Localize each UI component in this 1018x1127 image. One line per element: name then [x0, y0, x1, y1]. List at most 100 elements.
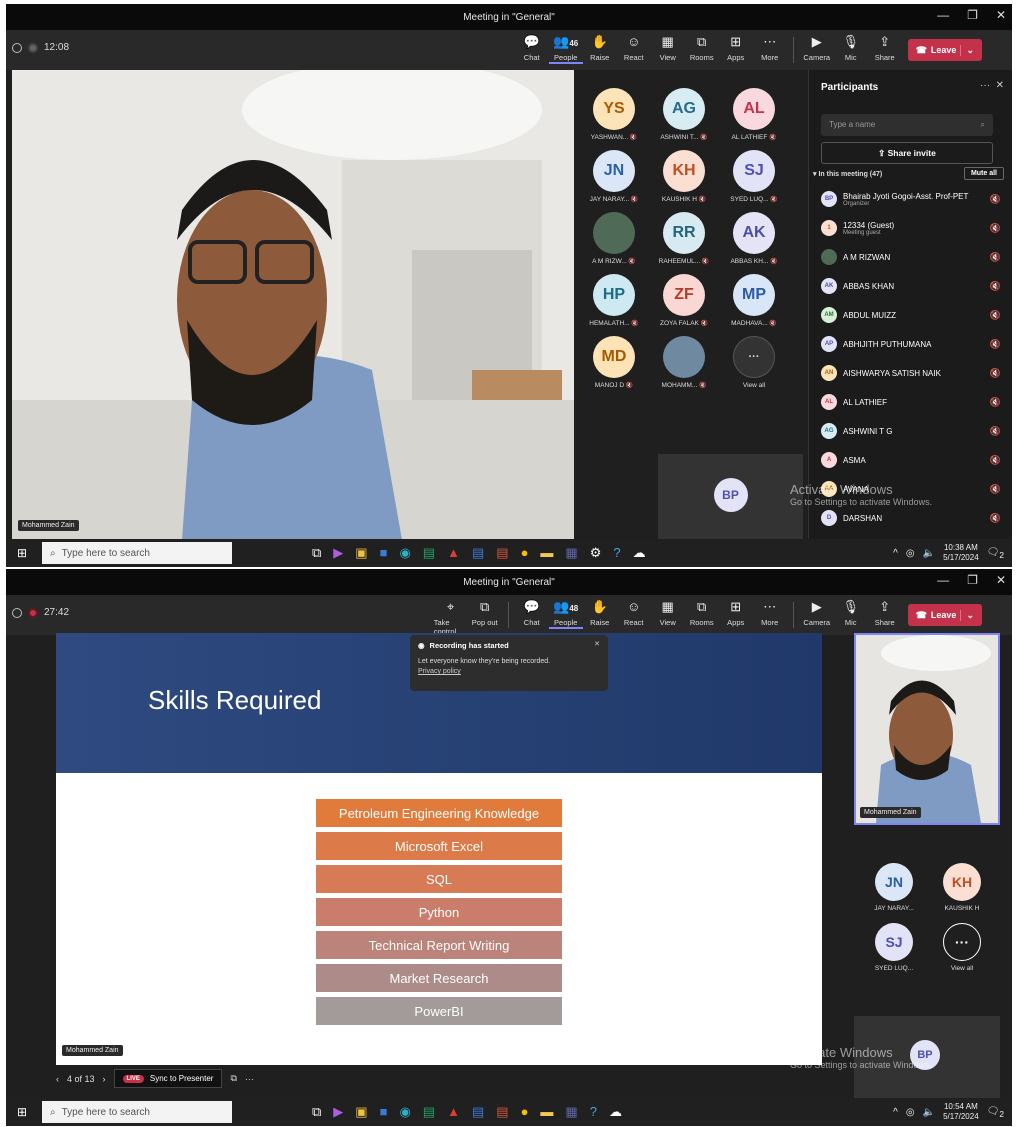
toolbar-camera-button[interactable]: ▶ Camera — [800, 33, 834, 62]
close-icon[interactable]: ✕ — [996, 8, 1006, 22]
notification-icon[interactable]: 🗨2 — [987, 1106, 1004, 1119]
participant-list-item[interactable]: AG ASHWINI T G 🔇 — [821, 420, 1001, 442]
participant-tile[interactable]: AG ASHWINI T... 🔇 — [654, 88, 714, 141]
participant-tile[interactable]: JN JAY NARAY... 🔇 — [584, 150, 644, 203]
word-icon[interactable]: ▤ — [472, 1104, 484, 1120]
toolbar-view-button[interactable]: ▦ View — [651, 598, 685, 627]
chevron-down-icon[interactable]: ⌄ — [960, 44, 974, 56]
privacy-policy-link[interactable]: Privacy policy — [418, 668, 600, 675]
chrome-icon[interactable]: ● — [521, 1104, 529, 1120]
participant-tile[interactable]: SJ SYED LUQ... 🔇 — [724, 150, 784, 203]
mute-all-button[interactable]: Mute all — [963, 167, 1004, 180]
participant-tile[interactable]: JN JAY NARAY... — [864, 863, 924, 912]
toolbar-rooms-button[interactable]: ⧉ Rooms — [685, 598, 719, 627]
help-icon[interactable]: ? — [613, 545, 620, 561]
participant-tile[interactable]: MP MADHAVA... 🔇 — [724, 274, 784, 327]
taskbar-clock[interactable]: 10:54 AM 5/17/2024 — [943, 1102, 979, 1122]
settings-icon[interactable]: ⚙ — [590, 545, 602, 561]
store-icon[interactable]: ▣ — [355, 545, 367, 561]
participant-search-input[interactable]: Type a name ⌕ — [821, 114, 993, 136]
toolbar-more-button[interactable]: ⋯ More — [753, 598, 787, 627]
minimize-icon[interactable]: — — [937, 573, 949, 587]
toolbar-share-button[interactable]: ⇪ Share — [868, 598, 902, 627]
teams-icon[interactable]: ▦ — [565, 545, 577, 561]
toolbar-mic-button[interactable]: 🎙 Mic — [834, 598, 868, 627]
toolbar-more-button[interactable]: ⋯ More — [753, 33, 787, 62]
acrobat-icon[interactable]: ▲ — [447, 1104, 460, 1120]
toolbar-apps-button[interactable]: ⊞ Apps — [719, 33, 753, 62]
toolbar-chat-button[interactable]: 💬 Chat — [515, 598, 549, 627]
excel-icon[interactable]: ▤ — [423, 1104, 435, 1120]
task-view-icon[interactable]: ⧉ — [312, 1104, 321, 1120]
participant-tile[interactable]: A M RIZW... 🔇 — [584, 212, 644, 265]
previous-slide-icon[interactable]: ‹ — [56, 1074, 59, 1084]
explorer-icon[interactable]: ▬ — [540, 545, 553, 561]
help-icon[interactable]: ? — [590, 1104, 597, 1120]
participant-tile[interactable]: RR RAHEEMUL... 🔇 — [654, 212, 714, 265]
toolbar-people-button[interactable]: 👥48 People — [548, 598, 583, 629]
participant-tile[interactable]: AL AL LATHIEF 🔇 — [724, 88, 784, 141]
taskbar-clock[interactable]: 10:38 AM 5/17/2024 — [943, 543, 979, 563]
leave-button[interactable]: ☎ Leave ⌄ — [907, 39, 982, 61]
more-icon[interactable]: ··· — [980, 80, 990, 91]
minimize-icon[interactable]: — — [937, 8, 949, 22]
maximize-icon[interactable]: ❐ — [967, 573, 978, 587]
maximize-icon[interactable]: ❐ — [967, 8, 978, 22]
media-app-icon[interactable]: ▶ — [333, 545, 343, 561]
participant-list-item[interactable]: AL AL LATHIEF 🔇 — [821, 391, 1001, 413]
toolbar-camera-button[interactable]: ▶ Camera — [800, 598, 834, 627]
edge-icon[interactable]: ◉ — [399, 545, 410, 561]
toolbar-raise-button[interactable]: ✋ Raise — [583, 33, 617, 62]
weather-icon[interactable]: ☁ — [633, 545, 646, 561]
toolbar-react-button[interactable]: ☺ React — [617, 598, 651, 627]
word-icon[interactable]: ▤ — [472, 545, 484, 561]
toolbar-share-button[interactable]: ⇪ Share — [868, 33, 902, 62]
close-panel-icon[interactable]: ✕ — [996, 80, 1004, 91]
participant-list-item[interactable]: AK ABBAS KHAN 🔇 — [821, 275, 1001, 297]
excel-icon[interactable]: ▤ — [423, 545, 435, 561]
toolbar-pop-out-button[interactable]: ⧉ Pop out — [468, 598, 502, 627]
share-invite-button[interactable]: ⇪ Share invite — [821, 142, 993, 164]
weather-icon[interactable]: ☁ — [609, 1104, 622, 1120]
powerpoint-icon[interactable]: ▤ — [496, 1104, 508, 1120]
volume-icon[interactable]: 🔈 — [923, 1107, 935, 1118]
participant-tile[interactable]: KH KAUSHIK H — [932, 863, 992, 912]
in-meeting-header[interactable]: ▾ In this meeting (47) — [813, 170, 882, 178]
sync-to-presenter-button[interactable]: LIVE Sync to Presenter — [113, 1069, 223, 1088]
taskbar-search-input[interactable]: ⌕ Type here to search — [42, 542, 232, 564]
participant-list-item[interactable]: 1 12334 (Guest) Meeting guest 🔇 — [821, 217, 1001, 239]
chevron-up-icon[interactable]: ^ — [893, 1107, 898, 1118]
chevron-down-icon[interactable]: ⌄ — [960, 609, 974, 621]
notification-icon[interactable]: 🗨2 — [987, 547, 1004, 560]
participant-list-item[interactable]: BP Bhairab Jyoti Gogoi-Asst. Prof-PET Orga… — [821, 188, 1001, 210]
participant-list-item[interactable]: A M RIZWAN 🔇 — [821, 246, 1001, 268]
more-options-icon[interactable]: ··· — [245, 1074, 254, 1084]
task-view-icon[interactable]: ⧉ — [312, 545, 321, 561]
windows-start-icon[interactable]: ⊞ — [6, 1105, 38, 1119]
app-icon[interactable]: ■ — [380, 1104, 388, 1120]
participant-list-item[interactable]: D DARSHAN 🔇 — [821, 507, 1001, 529]
presenter-view-icon[interactable]: ⧉ — [230, 1073, 236, 1084]
chrome-icon[interactable]: ● — [521, 545, 529, 561]
toolbar-raise-button[interactable]: ✋ Raise — [583, 598, 617, 627]
acrobat-icon[interactable]: ▲ — [447, 545, 460, 561]
participant-tile[interactable]: MD MANOJ D 🔇 — [584, 336, 644, 389]
toolbar-react-button[interactable]: ☺ React — [617, 33, 651, 62]
toolbar-mic-button[interactable]: 🎙 Mic — [834, 33, 868, 62]
toolbar-view-button[interactable]: ▦ View — [651, 33, 685, 62]
edge-icon[interactable]: ◉ — [399, 1104, 410, 1120]
toolbar-apps-button[interactable]: ⊞ Apps — [719, 598, 753, 627]
app-icon[interactable]: ■ — [380, 545, 388, 561]
toolbar-rooms-button[interactable]: ⧉ Rooms — [685, 33, 719, 62]
volume-icon[interactable]: 🔈 — [923, 548, 935, 559]
participant-list-item[interactable]: AP ABHIJITH PUTHUMANA 🔇 — [821, 333, 1001, 355]
participant-list-item[interactable]: AN AISHWARYA SATISH NAIK 🔇 — [821, 362, 1001, 384]
teams-icon[interactable]: ▦ — [565, 1104, 577, 1120]
leave-button[interactable]: ☎ Leave ⌄ — [907, 604, 982, 626]
network-icon[interactable]: ◎ — [906, 1107, 915, 1118]
windows-start-icon[interactable]: ⊞ — [6, 546, 38, 560]
toolbar-take-control-button[interactable]: ⌖ Take control — [434, 598, 468, 636]
participant-tile[interactable]: KH KAUSHIK H 🔇 — [654, 150, 714, 203]
participant-tile[interactable]: SJ SYED LUQ... — [864, 923, 924, 972]
toolbar-people-button[interactable]: 👥46 People — [548, 33, 583, 64]
